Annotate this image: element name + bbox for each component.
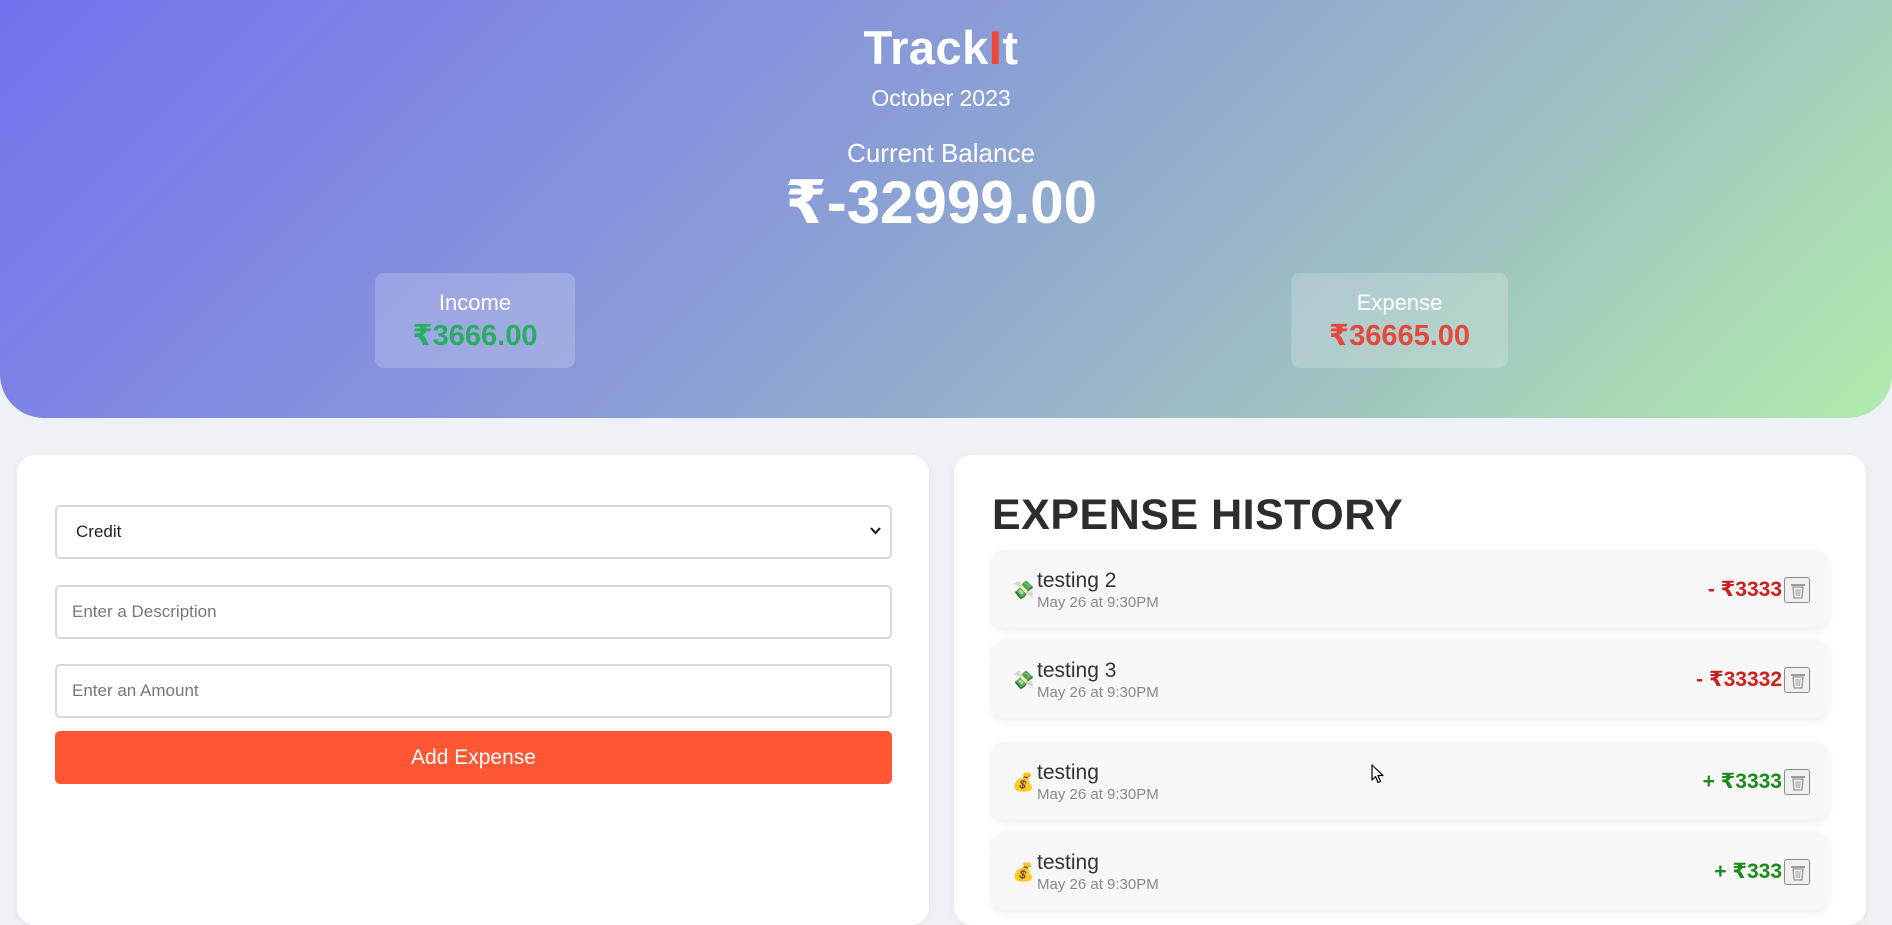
list-item: 💰 testing May 26 at 9:30PM + ₹333 [992, 832, 1828, 910]
transaction-time: May 26 at 9:30PM [1037, 684, 1159, 701]
delete-button[interactable] [1784, 859, 1810, 885]
balance-label: Current Balance [0, 138, 1882, 169]
amount-input[interactable]: Enter an Amount [55, 664, 892, 718]
history-title: EXPENSE HISTORY [992, 491, 1403, 540]
delete-button[interactable] [1784, 577, 1810, 603]
chevron-down-icon [870, 525, 881, 536]
money-with-wings-icon: 💸 [1012, 670, 1034, 690]
current-month: October 2023 [0, 85, 1882, 112]
delete-button[interactable] [1784, 769, 1810, 795]
income-label: Income [375, 290, 575, 316]
transaction-type-select[interactable]: Credit [55, 505, 892, 559]
mouse-cursor-icon [1371, 764, 1385, 784]
trash-icon [1790, 774, 1806, 791]
transaction-time: May 26 at 9:30PM [1037, 594, 1159, 611]
balance-header: TrackIt October 2023 Current Balance ₹-3… [0, 0, 1892, 418]
transaction-time: May 26 at 9:30PM [1037, 786, 1159, 803]
money-with-wings-icon: 💸 [1012, 580, 1034, 600]
trash-icon [1790, 582, 1806, 599]
list-item: 💰 testing May 26 at 9:30PM + ₹3333 [992, 742, 1828, 820]
transaction-title: testing [1037, 761, 1099, 785]
description-input[interactable]: Enter a Description [55, 585, 892, 639]
app-title: TrackIt [0, 20, 1882, 75]
app-title-part: t [1002, 21, 1018, 74]
trash-icon [1790, 864, 1806, 881]
transaction-amount: + ₹3333 [1703, 769, 1782, 794]
add-expense-button[interactable]: Add Expense [55, 731, 892, 784]
transaction-title: testing 3 [1037, 659, 1116, 683]
expense-history-panel: EXPENSE HISTORY 💸 testing 2 May 26 at 9:… [954, 455, 1866, 925]
expense-value: ₹36665.00 [1291, 318, 1508, 353]
transaction-time: May 26 at 9:30PM [1037, 876, 1159, 893]
expense-label: Expense [1291, 290, 1508, 316]
money-bag-icon: 💰 [1012, 772, 1034, 792]
trash-icon [1790, 672, 1806, 689]
income-value: ₹3666.00 [375, 318, 575, 353]
transaction-amount: - ₹3333 [1708, 577, 1782, 602]
app-title-highlight: I [989, 21, 1003, 74]
expense-card: Expense ₹36665.00 [1291, 273, 1508, 368]
transaction-type-value: Credit [76, 522, 121, 541]
delete-button[interactable] [1784, 667, 1810, 693]
transaction-amount: - ₹33332 [1696, 667, 1782, 692]
money-bag-icon: 💰 [1012, 862, 1034, 882]
transaction-title: testing 2 [1037, 569, 1116, 593]
app-title-part: Track [863, 21, 988, 74]
transaction-amount: + ₹333 [1714, 859, 1782, 884]
transaction-title: testing [1037, 851, 1099, 875]
income-card: Income ₹3666.00 [375, 273, 575, 368]
add-transaction-form: Credit Enter a Description Enter an Amou… [17, 455, 929, 925]
balance-value: ₹-32999.00 [0, 168, 1882, 238]
list-item: 💸 testing 3 May 26 at 9:30PM - ₹33332 [992, 640, 1828, 718]
list-item: 💸 testing 2 May 26 at 9:30PM - ₹3333 [992, 550, 1828, 628]
